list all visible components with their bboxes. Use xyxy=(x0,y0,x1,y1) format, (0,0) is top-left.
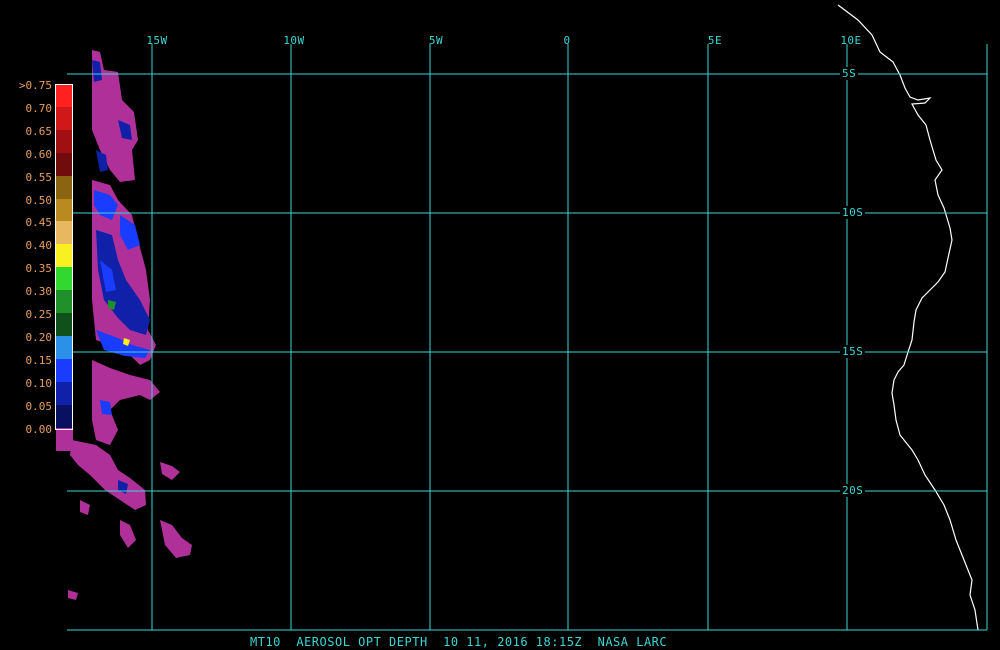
legend-label: 0.10 xyxy=(25,376,53,390)
legend-label: 0.30 xyxy=(25,285,53,299)
legend-label: 0.60 xyxy=(25,147,53,161)
lon-label-10e: 10E xyxy=(840,34,862,47)
legend-label: 0.45 xyxy=(25,216,53,230)
legend-color-swatch xyxy=(56,313,73,337)
lon-label-0: 0 xyxy=(563,34,571,47)
map-caption: MT10 AEROSOL OPT DEPTH 10 11, 2016 18:15… xyxy=(250,635,668,649)
legend-label: >0.75 xyxy=(18,79,52,92)
aerosol-patch xyxy=(70,440,146,510)
lat-label-20s: 20S xyxy=(840,484,866,497)
aerosol-map xyxy=(67,4,988,631)
legend-color-swatch xyxy=(56,404,73,428)
legend-color-swatch xyxy=(56,106,73,131)
lon-label-5w: 5W xyxy=(428,34,444,47)
aerosol-patch xyxy=(68,590,78,600)
legend-color-swatch xyxy=(56,84,73,108)
lat-label-10s: 10S xyxy=(840,206,866,219)
legend-label: 0.50 xyxy=(25,193,53,207)
legend-color-swatch xyxy=(56,244,73,268)
lon-label-15w: 15W xyxy=(146,34,168,47)
legend-color-swatch xyxy=(56,358,73,383)
aerosol-patch xyxy=(160,462,180,480)
lon-label-5e: 5E xyxy=(707,34,723,47)
legend-label: 0.65 xyxy=(25,124,53,138)
aerosol-data-patches xyxy=(68,50,192,600)
legend-label: 0.35 xyxy=(25,262,53,276)
legend-label: 0.55 xyxy=(25,170,53,184)
lat-label-5s: 5S xyxy=(840,67,859,80)
legend-color-swatch xyxy=(56,290,73,314)
graticule xyxy=(67,44,988,631)
legend-label: 0.40 xyxy=(25,239,53,253)
aerosol-patch xyxy=(160,520,192,558)
legend-label: 0.25 xyxy=(25,308,53,321)
legend-color-swatch xyxy=(56,221,73,245)
aerosol-patch xyxy=(120,520,136,548)
legend-color-swatch xyxy=(56,175,73,199)
legend-label: 0.00 xyxy=(25,422,53,436)
legend-label: 0.15 xyxy=(25,353,53,367)
legend-color-swatch xyxy=(56,129,73,154)
legend-color-swatch xyxy=(56,381,73,406)
legend-label: 0.20 xyxy=(25,330,53,344)
legend-color-swatch xyxy=(56,152,73,177)
legend-color-swatch xyxy=(56,335,73,360)
lat-label-15s: 15S xyxy=(840,345,866,358)
coastline xyxy=(837,4,979,631)
legend-color-swatch xyxy=(56,198,73,222)
legend-label: 0.05 xyxy=(25,399,53,413)
lon-label-10w: 10W xyxy=(283,34,305,47)
legend-label: 0.70 xyxy=(25,101,53,115)
legend-color-swatch xyxy=(56,427,73,451)
aerosol-patch xyxy=(80,500,90,515)
legend-color-swatch xyxy=(56,267,73,291)
